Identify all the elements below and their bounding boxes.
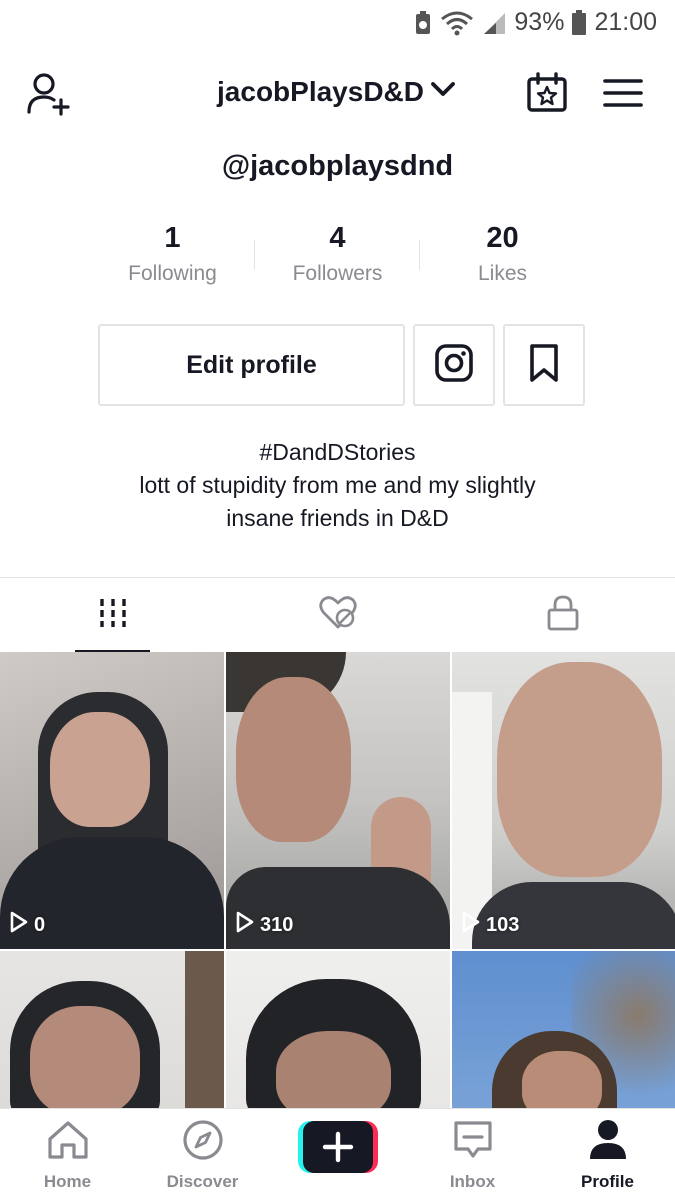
status-bar: 93% 21:00 [0,0,675,46]
edit-profile-button[interactable]: Edit profile [98,324,405,406]
lock-icon [547,595,579,636]
view-count: 0 [34,913,46,936]
bottom-navigation: Home Discover Inbox Profile [0,1108,675,1200]
battery-percent: 93% [514,8,565,36]
battery-icon [572,9,587,36]
grid-icon [98,597,128,634]
create-video-button[interactable] [298,1121,378,1173]
followers-label: Followers [292,262,383,285]
plus-icon [320,1129,356,1170]
video-grid: 0 310 103 [0,652,675,1108]
stat-likes[interactable]: 20 Likes [420,220,585,300]
followers-count: 4 [329,222,346,254]
nav-discover[interactable]: Discover [135,1119,270,1199]
stat-following[interactable]: 1 Following [90,220,255,300]
hamburger-menu-icon [603,77,643,114]
video-thumbnail[interactable]: 103 [452,652,675,949]
nav-profile-label: Profile [581,1172,634,1191]
profile-stats: 1 Following 4 Followers 20 Likes [90,220,585,300]
profile-bio: #DandDStories lott of stupidity from me … [0,436,675,535]
tab-private[interactable] [450,578,675,653]
instagram-button[interactable] [413,324,495,406]
tab-liked[interactable] [225,578,450,653]
profile-header: jacobPlaysD&D [0,60,675,130]
instagram-icon [434,343,474,388]
video-views: 310 [236,911,293,939]
tab-videos[interactable] [0,578,225,653]
view-count: 103 [486,913,520,936]
play-icon [236,911,254,939]
likes-label: Likes [477,262,528,285]
liked-hidden-icon [318,595,358,636]
profile-tabs [0,577,675,653]
bio-line: insane friends in D&D [226,505,449,531]
video-thumbnail[interactable] [0,951,224,1108]
following-count: 1 [164,222,181,254]
bio-line: #DandDStories [259,439,416,465]
nav-profile[interactable]: Profile [540,1119,675,1199]
account-switcher[interactable]: jacobPlaysD&D [0,74,675,109]
compass-icon [182,1119,224,1166]
video-thumbnail[interactable] [226,951,450,1108]
video-views: 103 [462,911,519,939]
profile-icon [588,1119,628,1166]
following-label: Following [128,262,217,285]
likes-count: 20 [486,222,519,254]
nav-inbox[interactable]: Inbox [405,1119,540,1199]
username: jacobPlaysD&D [217,75,424,107]
nav-discover-label: Discover [166,1172,239,1191]
battery-saver-icon [414,10,432,36]
favorites-button[interactable] [503,324,585,406]
stat-followers[interactable]: 4 Followers [255,220,420,300]
video-views: 0 [10,911,45,939]
video-thumbnail[interactable]: 310 [226,652,450,949]
nav-inbox-label: Inbox [449,1172,496,1191]
video-thumbnail[interactable]: 0 [0,652,224,949]
signal-icon [482,11,506,35]
calendar-star-icon [526,71,568,119]
video-thumbnail[interactable] [452,951,675,1108]
bio-line: lott of stupidity from me and my slightl… [139,472,536,498]
view-count: 310 [260,913,294,936]
home-icon [46,1119,90,1166]
menu-button[interactable] [598,70,648,120]
nav-home-label: Home [43,1172,92,1191]
nav-home[interactable]: Home [0,1119,135,1199]
profile-handle: @jacobplaysdnd [221,150,454,182]
bookmark-icon [527,343,561,388]
creator-calendar-button[interactable] [522,70,572,120]
play-icon [10,911,28,939]
inbox-icon [452,1119,494,1166]
wifi-icon [440,10,474,36]
clock: 21:00 [594,8,657,36]
chevron-down-icon [428,74,458,109]
play-icon [462,911,480,939]
